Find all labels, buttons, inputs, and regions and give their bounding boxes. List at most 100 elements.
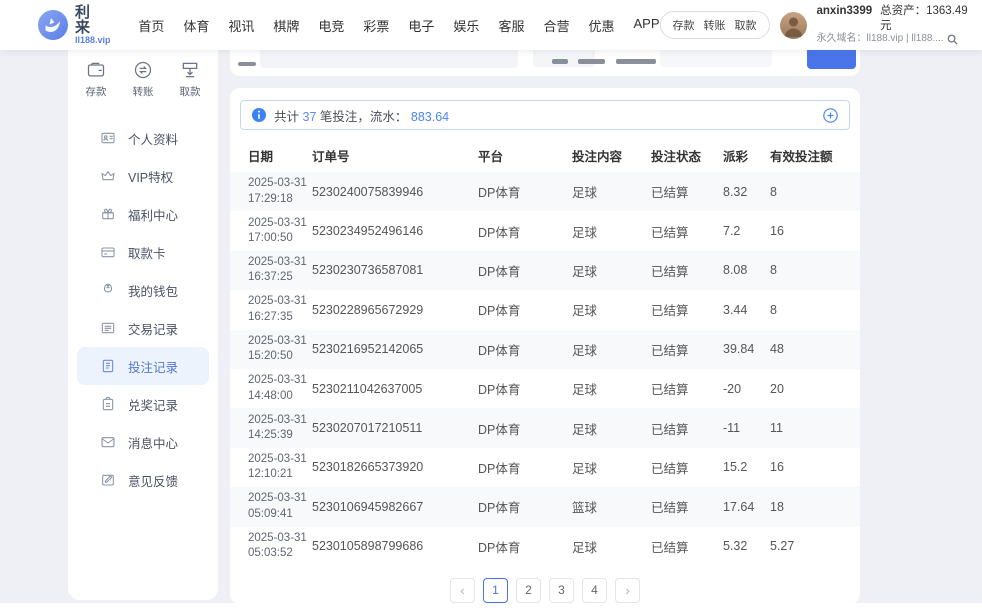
quick-action-label: 取款 bbox=[180, 84, 201, 99]
profile-icon bbox=[100, 130, 116, 146]
sidebar: 存款 转账 取款 个人资料 bbox=[68, 28, 218, 600]
wallet-pill-item[interactable]: 存款 bbox=[673, 17, 695, 33]
quick-action[interactable]: 转账 bbox=[128, 60, 158, 99]
table-row: 2025-03-31 12:10:21 5230182665373920 DP体… bbox=[230, 448, 860, 487]
quick-action[interactable]: 存款 bbox=[81, 60, 111, 99]
sidebar-item[interactable]: 我的钱包 bbox=[77, 271, 209, 309]
sidebar-quick-actions: 存款 转账 取款 bbox=[68, 60, 218, 99]
filter-tab-fragment[interactable] bbox=[616, 59, 656, 64]
cell-platform: DP体育 bbox=[478, 300, 572, 319]
nav-item[interactable]: APP bbox=[633, 16, 659, 35]
nav-item[interactable]: 彩票 bbox=[363, 16, 389, 35]
top-right: 存款 转账 取款 anxin3399 总资产：1363.49元 永久域名：ll1… bbox=[660, 4, 969, 45]
prev-page-button[interactable]: ‹ bbox=[450, 578, 475, 603]
cell-payout: 15.2 bbox=[723, 460, 770, 474]
quick-action-label: 转账 bbox=[133, 84, 154, 99]
cell-order: 5230105898799686 bbox=[312, 539, 478, 553]
column-header: 有效投注额 bbox=[770, 146, 842, 165]
domain-line: 永久域名：ll188.vip | ll188.... bbox=[817, 33, 944, 46]
cell-platform: DP体育 bbox=[478, 458, 572, 477]
search-icon[interactable] bbox=[947, 34, 958, 45]
cell-date: 2025-03-31 17:00:50 bbox=[248, 216, 312, 247]
table-row: 2025-03-31 15:20:50 5230216952142065 DP体… bbox=[230, 330, 860, 369]
cell-content: 足球 bbox=[572, 419, 651, 438]
cell-date: 2025-03-31 05:03:52 bbox=[248, 531, 312, 562]
bets-icon bbox=[100, 358, 116, 374]
page-number-button[interactable]: 4 bbox=[582, 578, 607, 603]
column-header: 订单号 bbox=[312, 146, 478, 165]
wallet-pill: 存款 转账 取款 bbox=[660, 11, 770, 39]
nav-item[interactable]: 体育 bbox=[183, 16, 209, 35]
quick-action[interactable]: 取款 bbox=[175, 60, 205, 99]
sidebar-item[interactable]: 兑奖记录 bbox=[77, 385, 209, 423]
cell-status: 已结算 bbox=[651, 182, 723, 201]
cell-payout: 7.2 bbox=[723, 224, 770, 238]
cell-payout: 17.64 bbox=[723, 500, 770, 514]
cell-payout: 8.32 bbox=[723, 185, 770, 199]
nav-item[interactable]: 优惠 bbox=[588, 16, 614, 35]
wallet-pill-item[interactable]: 转账 bbox=[704, 17, 726, 33]
transactions-icon bbox=[100, 320, 116, 336]
sidebar-item[interactable]: 取款卡 bbox=[77, 233, 209, 271]
cell-content: 足球 bbox=[572, 379, 651, 398]
page-number-button[interactable]: 3 bbox=[549, 578, 574, 603]
cell-order: 5230230736587081 bbox=[312, 263, 478, 277]
redeem-icon bbox=[100, 396, 116, 412]
cell-date: 2025-03-31 17:29:18 bbox=[248, 176, 312, 207]
sidebar-item-label: 我的钱包 bbox=[128, 281, 178, 300]
nav-item[interactable]: 棋牌 bbox=[273, 16, 299, 35]
nav-item[interactable]: 娱乐 bbox=[453, 16, 479, 35]
page-numbers: 1 2 3 4 bbox=[483, 578, 607, 603]
cell-payout: 39.84 bbox=[723, 342, 770, 356]
summary-bar: 共计 37 笔投注，流水： 883.64 bbox=[240, 100, 850, 130]
avatar[interactable] bbox=[780, 12, 807, 39]
sidebar-item[interactable]: 交易记录 bbox=[77, 309, 209, 347]
filter-label-fragment bbox=[238, 62, 256, 66]
sidebar-item[interactable]: VIP特权 bbox=[77, 157, 209, 195]
table-row: 2025-03-31 05:03:52 5230105898799686 DP体… bbox=[230, 527, 860, 566]
cell-payout: 5.32 bbox=[723, 539, 770, 553]
cell-platform: DP体育 bbox=[478, 182, 572, 201]
sidebar-item[interactable]: 投注记录 bbox=[77, 347, 209, 385]
circle-plus-icon[interactable] bbox=[823, 108, 838, 123]
filter-tab-fragment[interactable] bbox=[578, 59, 605, 64]
cell-valid: 8 bbox=[770, 263, 842, 277]
column-header: 日期 bbox=[248, 146, 312, 165]
nav-item[interactable]: 首页 bbox=[138, 16, 164, 35]
logo[interactable]: 利来 ll188.vip bbox=[38, 5, 112, 46]
wallet-icon bbox=[100, 282, 116, 298]
filter-tab-fragment[interactable] bbox=[552, 59, 568, 64]
cell-platform: DP体育 bbox=[478, 419, 572, 438]
next-page-button[interactable]: › bbox=[615, 578, 640, 603]
sidebar-item[interactable]: 意见反馈 bbox=[77, 461, 209, 499]
sidebar-item-label: 个人资料 bbox=[128, 129, 178, 148]
sidebar-item-label: 兑奖记录 bbox=[128, 395, 178, 414]
cell-platform: DP体育 bbox=[478, 537, 572, 556]
cell-valid: 16 bbox=[770, 460, 842, 474]
cell-platform: DP体育 bbox=[478, 497, 572, 516]
feedback-icon bbox=[100, 472, 116, 488]
cell-status: 已结算 bbox=[651, 261, 723, 280]
bets-table: 日期 订单号 平台 投注内容 投注状态 派彩 有效投注额 bbox=[230, 138, 860, 566]
table-row: 2025-03-31 14:25:39 5230207017210511 DP体… bbox=[230, 408, 860, 447]
nav-item[interactable]: 电子 bbox=[408, 16, 434, 35]
cell-date: 2025-03-31 12:10:21 bbox=[248, 452, 312, 483]
table-row: 2025-03-31 05:09:41 5230106945982667 DP体… bbox=[230, 487, 860, 526]
cell-order: 5230234952496146 bbox=[312, 224, 478, 238]
nav-item[interactable]: 视讯 bbox=[228, 16, 254, 35]
sidebar-item[interactable]: 个人资料 bbox=[77, 119, 209, 157]
column-header: 投注状态 bbox=[651, 146, 723, 165]
sidebar-item[interactable]: 福利中心 bbox=[77, 195, 209, 233]
table-row: 2025-03-31 17:00:50 5230234952496146 DP体… bbox=[230, 211, 860, 250]
cell-status: 已结算 bbox=[651, 458, 723, 477]
page-number-button[interactable]: 1 bbox=[483, 578, 508, 603]
cell-order: 5230207017210511 bbox=[312, 421, 478, 435]
sidebar-item[interactable]: 消息中心 bbox=[77, 423, 209, 461]
page-number-button[interactable]: 2 bbox=[516, 578, 541, 603]
wallet-pill-item[interactable]: 取款 bbox=[735, 17, 757, 33]
nav-item[interactable]: 电竞 bbox=[318, 16, 344, 35]
nav-item[interactable]: 客服 bbox=[498, 16, 524, 35]
nav-item[interactable]: 合营 bbox=[543, 16, 569, 35]
records-card: 共计 37 笔投注，流水： 883.64 日期 订单号 平台 bbox=[230, 88, 860, 604]
cell-order: 5230228965672929 bbox=[312, 303, 478, 317]
